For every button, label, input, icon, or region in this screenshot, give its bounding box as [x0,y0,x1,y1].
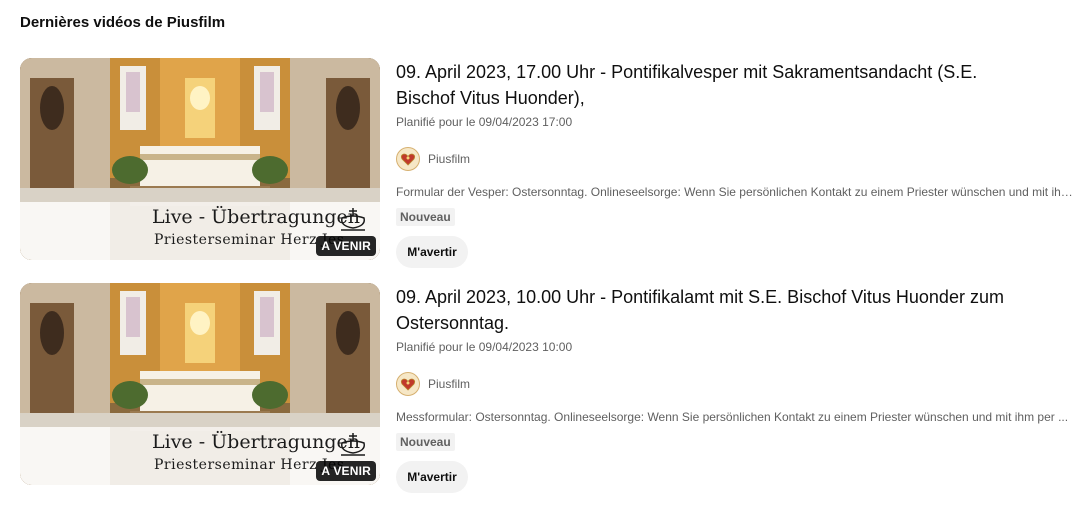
video-thumbnail[interactable]: Live - Übertragungen Priesterseminar Her… [20,58,380,260]
new-badge: Nouveau [396,208,455,226]
channel-name[interactable]: Piusfilm [428,152,470,166]
video-title[interactable]: 09. April 2023, 10.00 Uhr - Pontifikalam… [396,284,1036,336]
banner-line-1: Live - Übertragungen [152,206,360,228]
video-info: 09. April 2023, 17.00 Uhr - Pontifikalve… [396,58,1076,268]
video-item: Live - Übertragungen Priesterseminar Her… [20,58,1076,268]
video-description: Messformular: Ostersonntag. Onlineseelso… [396,410,1069,424]
new-badge: Nouveau [396,433,455,451]
channel-info[interactable]: Piusfilm [396,147,1076,171]
scheduled-time: Planifié pour le 09/04/2023 10:00 [396,340,573,354]
channel-info[interactable]: Piusfilm [396,372,1076,396]
section-title: Dernières vidéos de Piusfilm [20,14,226,31]
channel-avatar[interactable] [396,147,420,171]
chalice-emblem-icon [340,433,366,456]
scheduled-time: Planifié pour le 09/04/2023 17:00 [396,115,573,129]
video-description: Formular der Vesper: Ostersonntag. Onlin… [396,185,1076,199]
video-thumbnail[interactable]: Live - Übertragungen Priesterseminar Her… [20,283,380,485]
video-item: Live - Übertragungen Priesterseminar Her… [20,283,1070,493]
heart-emblem-icon [400,378,416,391]
channel-avatar[interactable] [396,372,420,396]
chalice-emblem-icon [340,208,366,231]
heart-emblem-icon [400,153,416,166]
banner-line-1: Live - Übertragungen [152,431,360,453]
notify-button[interactable]: M'avertir [396,461,468,493]
video-title[interactable]: 09. April 2023, 17.00 Uhr - Pontifikalve… [396,59,1036,111]
upcoming-badge: A VENIR [316,461,376,481]
channel-name[interactable]: Piusfilm [428,377,470,391]
upcoming-badge: A VENIR [316,236,376,256]
video-info: 09. April 2023, 10.00 Uhr - Pontifikalam… [396,283,1076,493]
notify-button[interactable]: M'avertir [396,236,468,268]
